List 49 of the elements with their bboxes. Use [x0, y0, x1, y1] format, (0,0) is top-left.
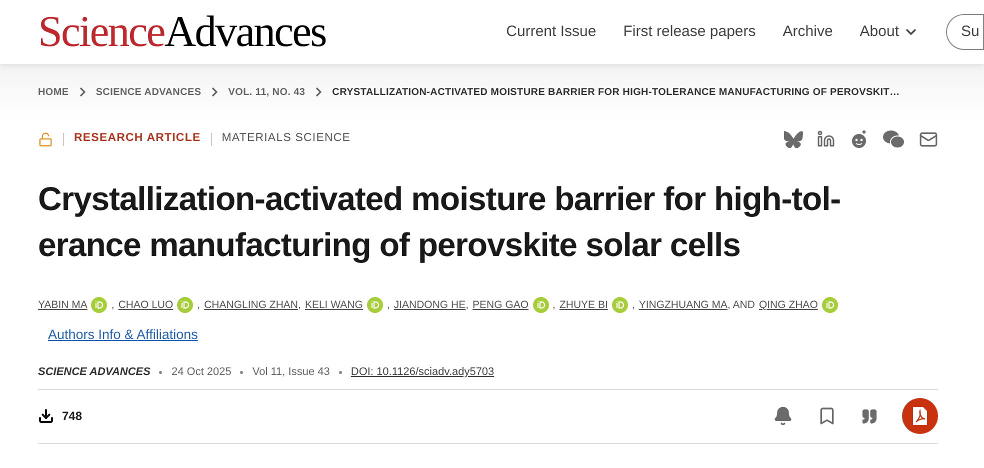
download-count: 748 — [62, 408, 82, 425]
quote-icon[interactable] — [861, 408, 878, 424]
author-separator: , — [298, 298, 301, 313]
author-separator: , — [111, 298, 114, 313]
author-separator: , — [386, 298, 390, 313]
author-link[interactable]: ZHUYE BI — [559, 290, 608, 320]
volume-issue: Vol 11, Issue 43 — [252, 365, 330, 380]
pdf-icon — [911, 406, 929, 426]
chevron-right-icon — [78, 87, 86, 97]
chevron-right-icon — [315, 87, 322, 97]
nav-link[interactable]: First release papers — [623, 20, 756, 44]
journal-name: SCIENCE ADVANCES — [38, 365, 150, 380]
author-separator: , — [197, 298, 200, 313]
author-link[interactable]: CHANGLING ZHAN — [204, 290, 298, 320]
bell-icon[interactable] — [773, 406, 793, 426]
breadcrumb-link[interactable]: SCIENCE ADVANCES — [96, 84, 202, 100]
author-separator: , — [552, 298, 556, 313]
author-separator: , — [466, 298, 469, 313]
download-icon — [38, 408, 54, 424]
breadcrumb-link[interactable]: VOL. 11, NO. 43 — [228, 84, 306, 100]
article-type: RESEARCH ARTICLE — [74, 131, 201, 146]
reddit-icon[interactable] — [849, 129, 869, 149]
article-title: Crystallization-activated moisture barrier for high-tol-erance manufacturing of perovskite solar cells — [38, 179, 842, 265]
linkedin-icon[interactable] — [817, 130, 835, 148]
author-link[interactable]: PENG GAO — [472, 290, 529, 320]
author-link[interactable]: QING ZHAO — [758, 290, 818, 320]
author-separator: , AND — [728, 298, 755, 313]
author-link[interactable]: CHAO LUO — [118, 290, 174, 320]
author-link[interactable]: YINGZHUANG MA — [638, 290, 728, 320]
subscribe-button[interactable]: Su — [946, 14, 984, 50]
pdf-button[interactable] — [902, 398, 938, 434]
nav-menu[interactable]: About — [860, 20, 919, 44]
chevron-right-icon — [211, 87, 218, 97]
nav-link[interactable]: Archive — [782, 20, 833, 44]
author-link[interactable]: JIANDONG HE — [394, 290, 466, 320]
nav-link[interactable]: Current Issue — [506, 20, 596, 44]
site-logo[interactable]: ScienceAdvances — [38, 10, 326, 54]
chat-bubbles-icon[interactable] — [883, 130, 905, 148]
authors-info-link[interactable]: Authors Info & Affiliations — [48, 320, 198, 350]
butterfly-icon[interactable] — [784, 130, 803, 148]
publish-date: 24 Oct 2025 — [171, 365, 232, 380]
breadcrumb-link[interactable]: HOME — [38, 84, 69, 100]
mail-icon[interactable] — [919, 130, 938, 148]
author-link[interactable]: KELI WANG — [304, 290, 363, 320]
article-subject: MATERIALS SCIENCE — [222, 131, 351, 146]
breadcrumb-link[interactable]: CRYSTALLIZATION-ACTIVATED MOISTURE BARRIER FOR HIGH-TOLERANCE MANUFACTURING OF PEROVSKIT… — [332, 84, 900, 100]
author-separator: , — [632, 298, 635, 313]
author-link[interactable]: YABIN MA — [38, 290, 88, 320]
doi-link[interactable]: DOI: 10.1126/sciadv.ady5703 — [350, 364, 494, 380]
